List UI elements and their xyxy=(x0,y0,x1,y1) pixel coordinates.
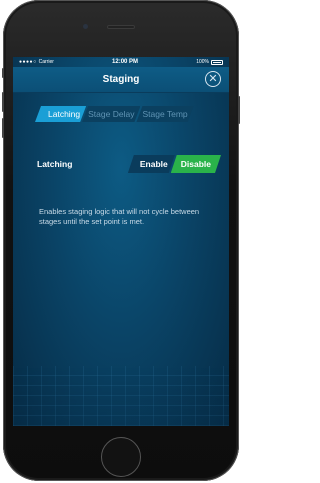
carrier-name: Carrier xyxy=(38,59,54,65)
home-button[interactable] xyxy=(101,437,141,477)
tab-stage-temp[interactable]: Stage Temp xyxy=(136,106,193,122)
tab-latching[interactable]: Latching xyxy=(35,106,86,122)
earpiece-speaker xyxy=(107,25,135,29)
setting-label: Latching xyxy=(37,159,73,169)
setting-description: Enables staging logic that will not cycl… xyxy=(39,207,200,226)
enable-button[interactable]: Enable xyxy=(128,155,175,173)
battery-icon xyxy=(210,59,223,65)
phone-frame: ●●●●○ Carrier 12:00 PM 100% Staging ✕ La… xyxy=(2,0,240,481)
front-camera xyxy=(83,24,88,29)
page-title: Staging xyxy=(102,74,140,85)
volume-down-button xyxy=(2,118,4,138)
signal-strength-icon: ●●●●○ xyxy=(19,59,37,65)
status-time: 12:00 PM xyxy=(112,59,139,65)
enable-disable-toggle: Enable Disable xyxy=(128,155,221,173)
tab-bar: Latching Stage Delay Stage Temp xyxy=(35,106,217,122)
app-screen: ●●●●○ Carrier 12:00 PM 100% Staging ✕ La… xyxy=(13,57,229,426)
volume-up-button xyxy=(2,92,4,112)
disable-button[interactable]: Disable xyxy=(171,155,221,173)
navigation-bar: Staging ✕ xyxy=(13,67,229,93)
latching-setting-row: Latching Enable Disable xyxy=(37,155,221,173)
status-bar: ●●●●○ Carrier 12:00 PM 100% xyxy=(13,57,229,67)
mute-switch xyxy=(2,68,4,78)
close-icon[interactable]: ✕ xyxy=(205,71,221,87)
battery-percent: 100% xyxy=(196,59,209,65)
tab-stage-delay[interactable]: Stage Delay xyxy=(82,106,140,122)
background-grid xyxy=(13,366,229,426)
power-button xyxy=(238,96,240,124)
